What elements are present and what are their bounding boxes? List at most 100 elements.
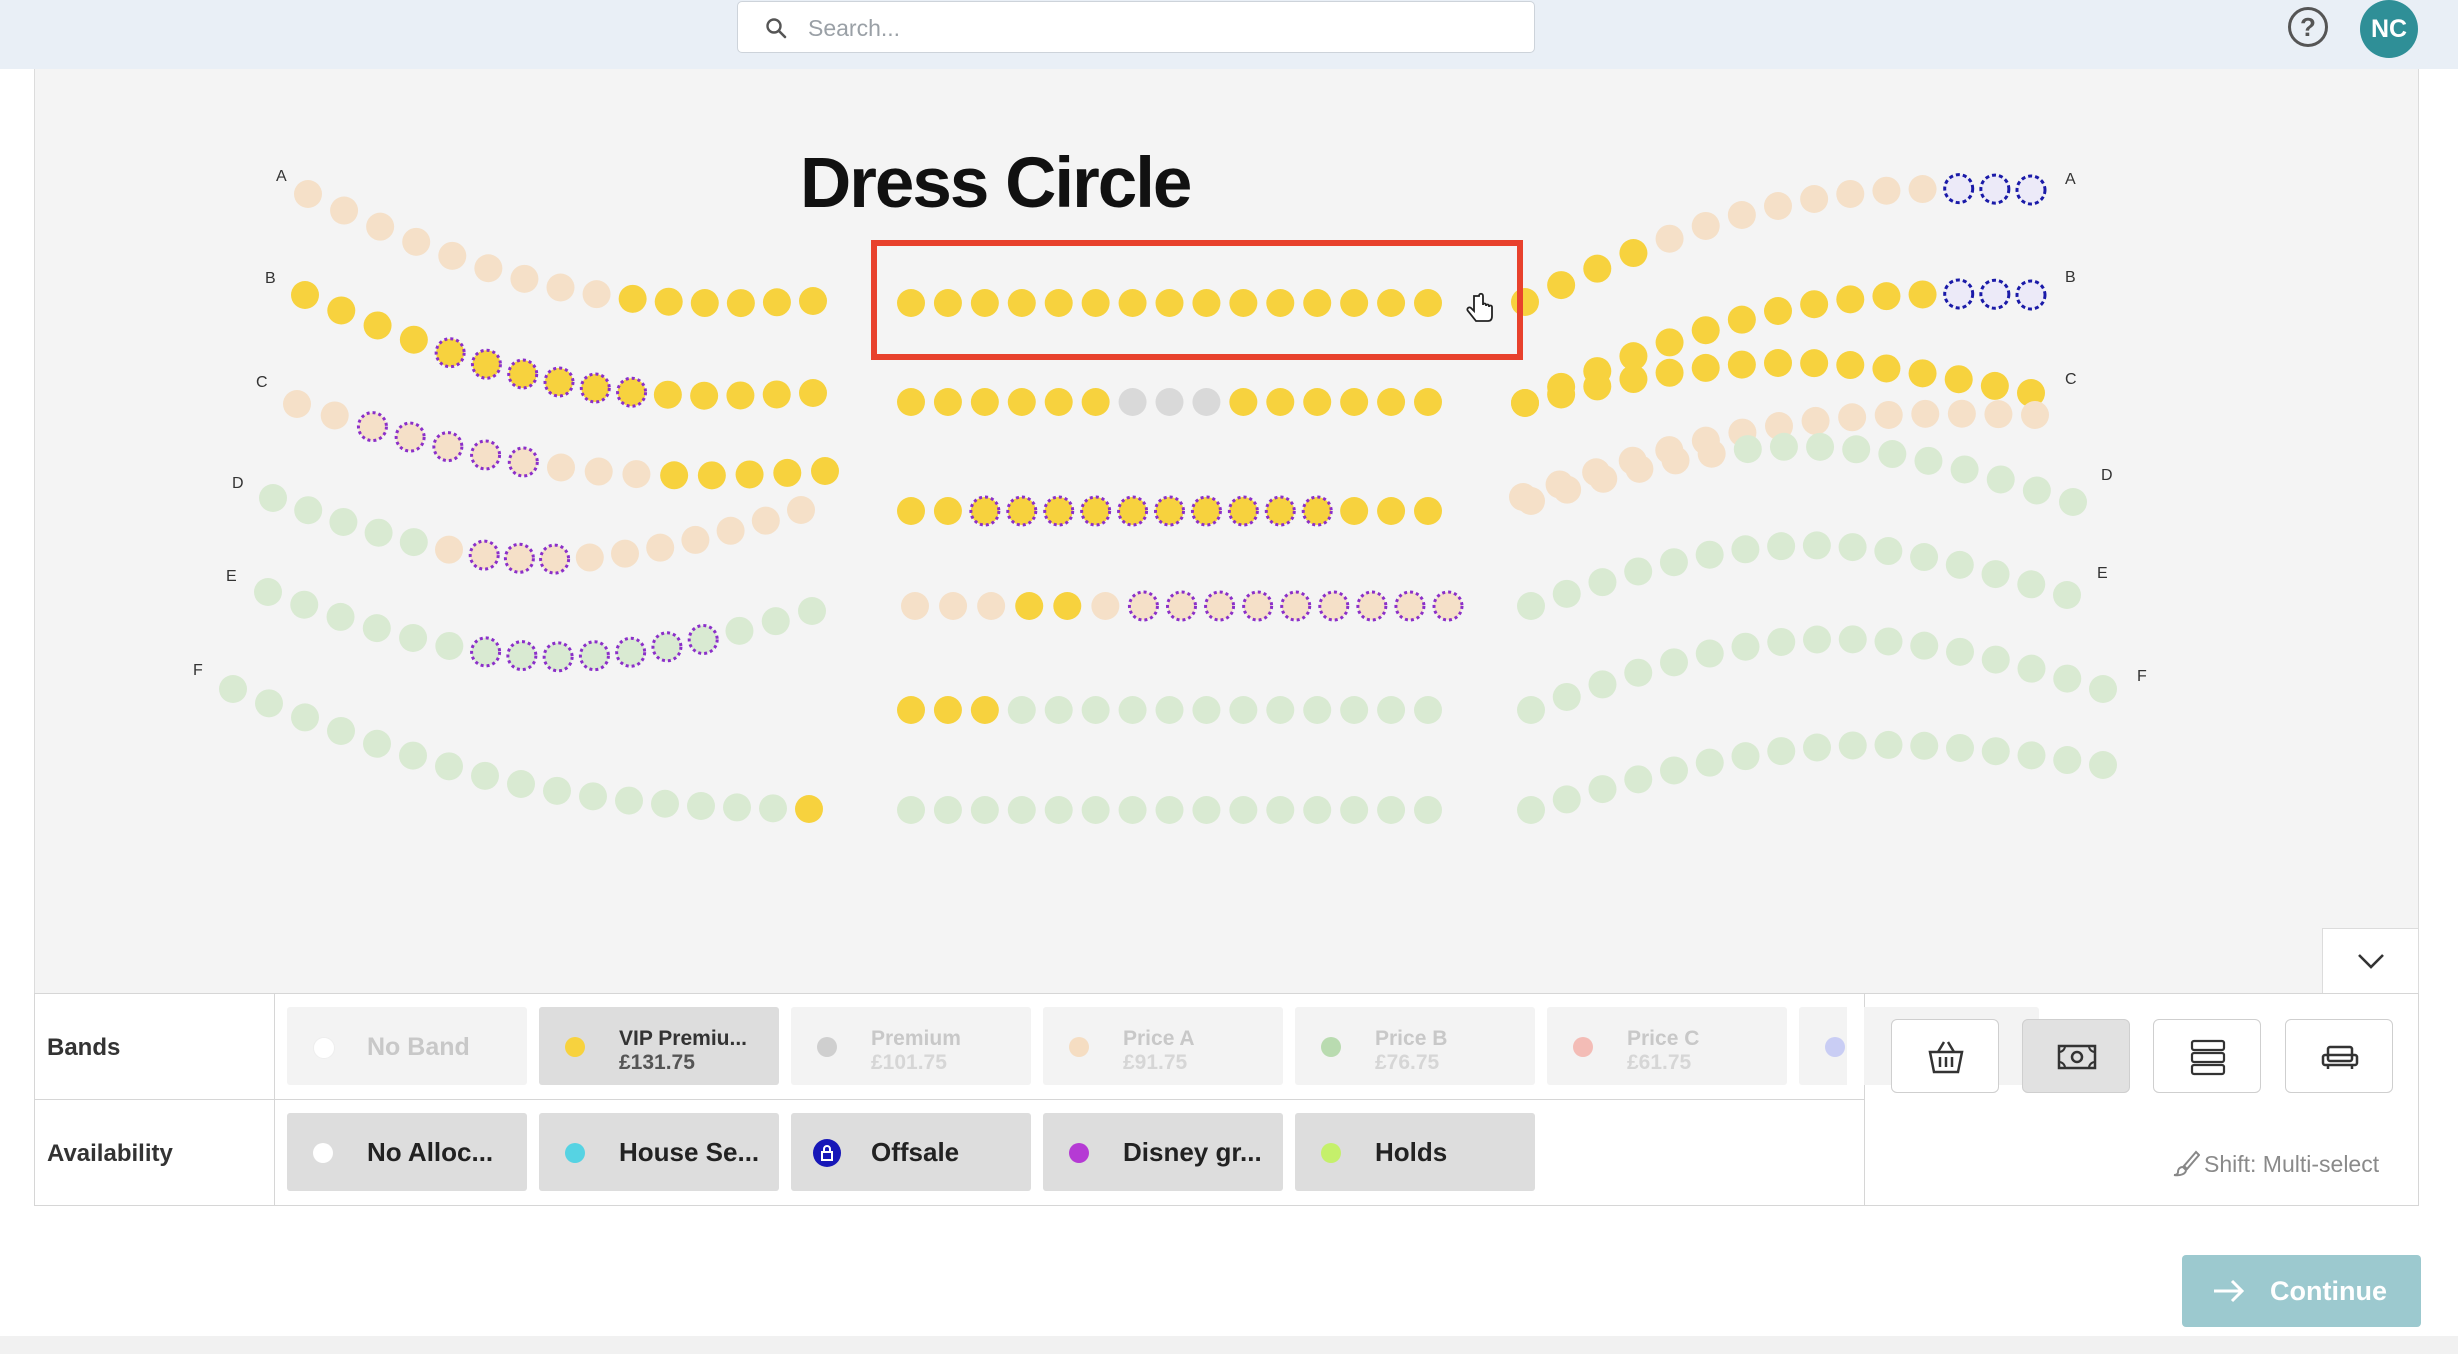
seat[interactable] bbox=[1731, 632, 1760, 661]
search-input[interactable] bbox=[806, 10, 1510, 46]
seat[interactable] bbox=[507, 358, 539, 390]
seat[interactable] bbox=[399, 623, 428, 652]
seat[interactable] bbox=[1229, 289, 1258, 317]
seat[interactable] bbox=[2089, 751, 2117, 779]
seat[interactable] bbox=[811, 457, 839, 485]
seat[interactable] bbox=[470, 636, 502, 668]
seat[interactable] bbox=[1589, 464, 1618, 493]
seat[interactable] bbox=[1081, 796, 1110, 824]
seat[interactable] bbox=[1007, 289, 1036, 317]
seat[interactable] bbox=[1340, 289, 1369, 317]
seat[interactable] bbox=[1695, 540, 1724, 569]
seat[interactable] bbox=[1155, 289, 1184, 317]
seat[interactable] bbox=[1769, 432, 1798, 461]
seat[interactable] bbox=[1266, 289, 1295, 317]
seat[interactable] bbox=[690, 289, 719, 318]
seat[interactable] bbox=[618, 284, 647, 313]
seat[interactable] bbox=[1053, 592, 1082, 620]
seat[interactable] bbox=[1517, 487, 1545, 515]
seat[interactable] bbox=[506, 640, 538, 672]
seat[interactable] bbox=[330, 196, 359, 225]
seat[interactable] bbox=[1943, 278, 1975, 310]
seat[interactable] bbox=[1266, 388, 1295, 416]
seat[interactable] bbox=[1872, 354, 1901, 383]
seat[interactable] bbox=[435, 752, 463, 781]
seat[interactable] bbox=[1118, 289, 1147, 317]
seat[interactable] bbox=[1981, 560, 2010, 589]
seat[interactable] bbox=[399, 325, 428, 354]
band-price-c[interactable]: Price C £61.75 bbox=[1547, 1007, 1787, 1085]
seat[interactable] bbox=[1553, 475, 1582, 504]
seat[interactable] bbox=[1800, 185, 1829, 214]
seat[interactable] bbox=[1624, 765, 1653, 794]
seat[interactable] bbox=[510, 264, 539, 293]
seat[interactable] bbox=[1697, 439, 1726, 468]
seat[interactable] bbox=[470, 348, 502, 380]
price-tool-button[interactable] bbox=[2022, 1019, 2130, 1093]
seat[interactable] bbox=[1517, 592, 1545, 620]
seat[interactable] bbox=[1727, 350, 1756, 379]
seat[interactable] bbox=[615, 636, 647, 668]
seat[interactable] bbox=[291, 703, 319, 732]
seat[interactable] bbox=[1986, 465, 2015, 494]
seat[interactable] bbox=[970, 289, 999, 317]
seat[interactable] bbox=[1155, 696, 1184, 724]
seat[interactable] bbox=[1303, 696, 1332, 724]
seat[interactable] bbox=[1872, 176, 1901, 205]
seat[interactable] bbox=[1511, 389, 1539, 417]
seat[interactable] bbox=[259, 484, 287, 512]
seat[interactable] bbox=[799, 379, 827, 407]
seat[interactable] bbox=[363, 729, 391, 758]
seat[interactable] bbox=[1227, 495, 1259, 527]
seat[interactable] bbox=[725, 616, 754, 645]
seat[interactable] bbox=[901, 592, 929, 620]
seat[interactable] bbox=[726, 381, 755, 410]
seat[interactable] bbox=[762, 380, 791, 409]
seat[interactable] bbox=[1981, 737, 2010, 766]
seat[interactable] bbox=[1340, 696, 1369, 724]
seat[interactable] bbox=[1547, 380, 1576, 409]
seat[interactable] bbox=[435, 535, 463, 564]
seat[interactable] bbox=[1874, 400, 1903, 429]
seat[interactable] bbox=[1242, 590, 1274, 622]
seat[interactable] bbox=[1303, 796, 1332, 824]
seat[interactable] bbox=[1660, 648, 1688, 677]
seat[interactable] bbox=[1118, 796, 1147, 824]
band-vip-premium[interactable]: VIP Premiu... £131.75 bbox=[539, 1007, 779, 1085]
seat[interactable] bbox=[578, 640, 610, 672]
seat[interactable] bbox=[1691, 353, 1720, 382]
seat[interactable] bbox=[1655, 328, 1684, 357]
seat[interactable] bbox=[1266, 696, 1295, 724]
seat[interactable] bbox=[1950, 455, 1979, 484]
seat[interactable] bbox=[933, 497, 962, 525]
seat[interactable] bbox=[582, 280, 611, 309]
seat[interactable] bbox=[2053, 746, 2082, 775]
seat[interactable] bbox=[1764, 349, 1792, 377]
seat[interactable] bbox=[1619, 365, 1648, 394]
seat[interactable] bbox=[1981, 645, 2010, 674]
seat[interactable] bbox=[546, 273, 575, 302]
seat[interactable] bbox=[1552, 579, 1581, 608]
seat[interactable] bbox=[1081, 696, 1110, 724]
seat[interactable] bbox=[759, 794, 787, 823]
seat[interactable] bbox=[690, 381, 719, 410]
seat[interactable] bbox=[2015, 174, 2047, 206]
seat[interactable] bbox=[1625, 454, 1654, 483]
seat[interactable] bbox=[1044, 388, 1073, 416]
seat[interactable] bbox=[933, 388, 962, 416]
seat[interactable] bbox=[1204, 590, 1236, 622]
seat[interactable] bbox=[364, 518, 393, 547]
seat[interactable] bbox=[283, 390, 311, 418]
seat[interactable] bbox=[547, 453, 575, 482]
seat[interactable] bbox=[751, 506, 780, 535]
seat[interactable] bbox=[1979, 173, 2011, 205]
seat[interactable] bbox=[468, 539, 500, 571]
seat[interactable] bbox=[1015, 592, 1044, 620]
seat[interactable] bbox=[1733, 435, 1762, 464]
seat[interactable] bbox=[1414, 289, 1442, 317]
seat[interactable] bbox=[2059, 488, 2087, 516]
seat[interactable] bbox=[320, 401, 349, 430]
seat[interactable] bbox=[1318, 590, 1350, 622]
seat[interactable] bbox=[362, 614, 391, 643]
seat[interactable] bbox=[735, 460, 764, 489]
